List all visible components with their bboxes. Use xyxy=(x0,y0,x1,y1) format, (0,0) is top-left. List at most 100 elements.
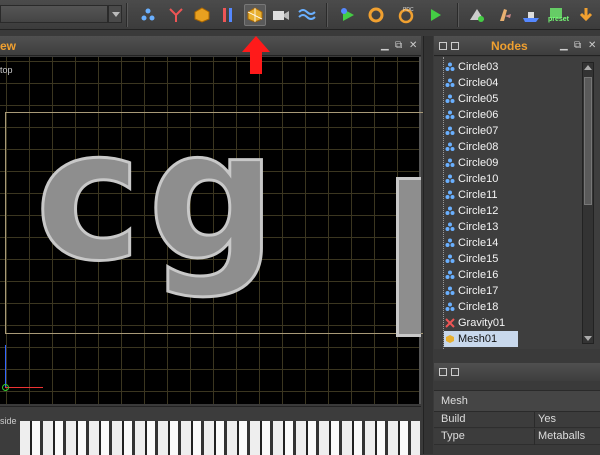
node-item[interactable]: Circle09 xyxy=(444,155,584,171)
node-label: Circle16 xyxy=(458,269,499,281)
pdc-icon[interactable]: PDC xyxy=(395,4,417,26)
panel-menu-icon[interactable] xyxy=(439,42,447,50)
side-view-mesh xyxy=(20,421,420,455)
side-viewport[interactable]: side xyxy=(0,406,421,455)
node-item[interactable]: Circle06 xyxy=(444,107,584,123)
node-item[interactable]: Gravity01 xyxy=(444,315,584,331)
node-label: Circle14 xyxy=(458,237,499,249)
node-label: Circle05 xyxy=(458,93,499,105)
property-row[interactable]: Type Metaballs xyxy=(434,429,600,445)
viewport-canvas[interactable]: top cg xyxy=(0,57,425,404)
panel-splitter[interactable] xyxy=(423,36,433,454)
node-item[interactable]: Circle16 xyxy=(444,267,584,283)
node-label: Circle11 xyxy=(458,189,498,201)
node-item[interactable]: Circle17 xyxy=(444,283,584,299)
panel-menu-icon[interactable] xyxy=(451,42,459,50)
preset-label: preset xyxy=(548,16,570,23)
toolbar-separator xyxy=(326,3,328,27)
particle-icon xyxy=(444,157,456,169)
mesh-text[interactable]: cg xyxy=(34,105,283,288)
node-item[interactable]: Circle10 xyxy=(444,171,584,187)
hand-icon[interactable] xyxy=(494,4,516,26)
nodes-scrollbar[interactable] xyxy=(582,62,594,344)
node-label: Circle07 xyxy=(458,125,499,137)
export-icon[interactable] xyxy=(466,4,488,26)
node-label: Circle09 xyxy=(458,157,499,169)
node-label: Mesh01 xyxy=(458,333,498,345)
node-item[interactable]: Circle14 xyxy=(444,235,584,251)
property-row[interactable]: Build Yes xyxy=(434,412,600,428)
minimize-icon[interactable]: ▁ xyxy=(381,40,389,51)
axis-y-icon xyxy=(5,345,6,387)
viewport-header: ew ▁ ⧉ ✕ xyxy=(0,36,421,56)
mesh-text-partial[interactable] xyxy=(396,177,421,337)
wave-icon[interactable] xyxy=(296,4,318,26)
node-item[interactable]: Mesh01 xyxy=(444,331,518,347)
node-item[interactable]: Circle13 xyxy=(444,219,584,235)
close-icon[interactable]: ✕ xyxy=(588,40,596,51)
properties-panel-header xyxy=(434,363,600,381)
particle-icon xyxy=(444,61,456,73)
scroll-up-icon[interactable] xyxy=(584,65,592,70)
node-label: Circle06 xyxy=(458,109,499,121)
node-label: Circle17 xyxy=(458,285,499,297)
download-icon[interactable] xyxy=(575,4,597,26)
particle-icon xyxy=(444,237,456,249)
slider-icon[interactable] xyxy=(217,4,239,26)
restore-icon[interactable]: ⧉ xyxy=(395,40,402,51)
particle-icon xyxy=(444,285,456,297)
node-item[interactable]: Circle12 xyxy=(444,203,584,219)
node-item[interactable]: Circle05 xyxy=(444,91,584,107)
node-label: Circle03 xyxy=(458,61,499,73)
particle-icon xyxy=(444,77,456,89)
nodes-panel-header: Nodes ▁ ⧉ ✕ xyxy=(434,36,600,56)
node-item[interactable]: Circle08 xyxy=(444,139,584,155)
highlight-arrow-icon xyxy=(242,36,270,74)
property-value[interactable]: Yes xyxy=(538,413,556,425)
axis-x-icon xyxy=(5,387,43,388)
toolbar-combo-input[interactable] xyxy=(0,5,108,23)
ship-icon[interactable] xyxy=(520,4,542,26)
camera-icon[interactable] xyxy=(270,4,292,26)
property-value[interactable]: Metaballs xyxy=(538,430,585,442)
nodes-tree[interactable]: Circle03 Circle04 Circle05 Circle06 Circle07… xyxy=(434,57,600,349)
toolbar-separator xyxy=(457,3,459,27)
particle-icon xyxy=(444,221,456,233)
play-icon[interactable] xyxy=(424,4,446,26)
node-item[interactable]: Circle18 xyxy=(444,299,584,315)
particle-icon xyxy=(444,109,456,121)
property-name: Type xyxy=(441,430,465,442)
particle-icon xyxy=(444,301,456,313)
node-item[interactable]: Circle15 xyxy=(444,251,584,267)
particle-icon xyxy=(444,253,456,265)
panel-menu-icon[interactable] xyxy=(439,368,447,376)
particle-icon xyxy=(444,189,456,201)
node-item[interactable]: Circle03 xyxy=(444,59,584,75)
node-item[interactable]: Circle11 xyxy=(444,187,584,203)
restore-icon[interactable]: ⧉ xyxy=(574,40,581,51)
close-icon[interactable]: ✕ xyxy=(409,40,417,51)
node-item[interactable]: Circle07 xyxy=(444,123,584,139)
main-toolbar: PDC preset xyxy=(0,0,600,30)
particle-icon xyxy=(444,269,456,281)
axis-origin-icon xyxy=(2,384,9,391)
properties-title-row: Mesh xyxy=(434,390,600,412)
split-icon[interactable] xyxy=(165,4,187,26)
scroll-down-icon[interactable] xyxy=(584,336,592,341)
scroll-thumb[interactable] xyxy=(584,77,592,205)
view-label: top xyxy=(0,65,13,75)
property-divider xyxy=(534,429,535,445)
minimize-icon[interactable]: ▁ xyxy=(560,40,568,51)
simulate-icon[interactable] xyxy=(337,4,359,26)
cube-icon[interactable] xyxy=(191,4,213,26)
mesher-icon[interactable] xyxy=(244,4,266,26)
panel-menu-icon[interactable] xyxy=(451,368,459,376)
node-label: Circle12 xyxy=(458,205,499,217)
chevron-down-icon[interactable] xyxy=(108,5,122,23)
node-label: Circle13 xyxy=(458,221,499,233)
node-item[interactable]: Circle04 xyxy=(444,75,584,91)
reset-icon[interactable] xyxy=(365,4,387,26)
particle-group-icon[interactable] xyxy=(137,4,159,26)
viewport-title: ew xyxy=(0,39,17,53)
node-label: Gravity01 xyxy=(458,317,506,329)
